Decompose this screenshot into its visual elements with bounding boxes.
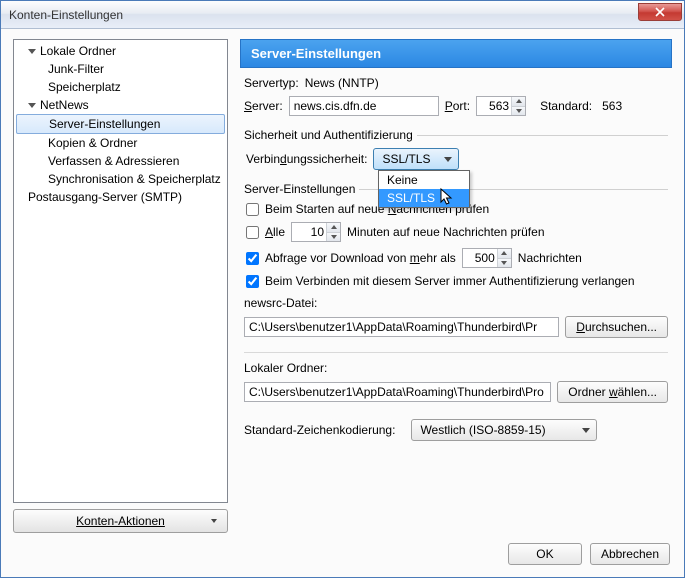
tree-item-label: Verfassen & Adressieren xyxy=(48,154,179,168)
tree-item[interactable]: Speicherplatz xyxy=(14,78,227,96)
tree-item[interactable]: Server-Einstellungen xyxy=(16,114,225,134)
standard-value: 563 xyxy=(602,99,622,113)
server-label: Server: xyxy=(244,99,283,113)
port-input[interactable] xyxy=(477,97,511,115)
server-input[interactable] xyxy=(289,96,439,116)
tree-item[interactable]: Junk-Filter xyxy=(14,60,227,78)
window-title: Konten-Einstellungen xyxy=(9,8,638,22)
tree-item-label: Postausgang-Server (SMTP) xyxy=(28,190,182,204)
dropdown-option[interactable]: SSL/TLS xyxy=(379,189,469,207)
server-settings-group-label: Server-Einstellungen xyxy=(244,182,355,196)
tree-item[interactable]: Postausgang-Server (SMTP) xyxy=(14,188,227,206)
sidebar: Lokale Ordner Junk-Filter Speicherplatz Net… xyxy=(13,39,228,533)
account-tree[interactable]: Lokale Ordner Junk-Filter Speicherplatz Net… xyxy=(13,39,228,503)
check-interval-checkbox[interactable] xyxy=(246,226,259,239)
ok-button[interactable]: OK xyxy=(508,543,582,565)
tree-item[interactable]: Lokale Ordner xyxy=(14,42,227,60)
port-spinner[interactable] xyxy=(476,96,526,116)
download-threshold-input[interactable] xyxy=(463,249,497,267)
settings-panel: Server-Einstellungen Servertyp: News (NN… xyxy=(240,39,672,533)
titlebar: Konten-Einstellungen xyxy=(1,1,684,29)
port-spin-buttons[interactable] xyxy=(511,97,525,115)
interval-suffix: Minuten auf neue Nachrichten prüfen xyxy=(347,225,544,239)
download-threshold-spinner[interactable] xyxy=(462,248,512,268)
servertype-label: Servertyp: xyxy=(244,76,299,90)
spin-down-icon[interactable] xyxy=(512,107,525,116)
dropdown-option[interactable]: Keine xyxy=(379,171,469,189)
browse-newsrc-button[interactable]: Durchsuchen... xyxy=(565,316,668,338)
encoding-select[interactable]: Westlich (ISO-8859-15) xyxy=(411,419,597,441)
tree-item-label: Server-Einstellungen xyxy=(49,117,160,131)
dialog-buttons: OK Abbrechen xyxy=(1,537,684,577)
twisty-icon[interactable] xyxy=(28,103,36,108)
ask-before-download-label: Abfrage vor Download von mehr als xyxy=(265,251,456,265)
tree-item[interactable]: Verfassen & Adressieren xyxy=(14,152,227,170)
divider xyxy=(417,135,668,136)
always-auth-label: Beim Verbinden mit diesem Server immer A… xyxy=(265,274,635,288)
twisty-icon[interactable] xyxy=(28,49,36,54)
account-settings-window: Konten-Einstellungen Lokale Ordner Junk-F… xyxy=(0,0,685,578)
connection-security-select[interactable]: SSL/TLS xyxy=(373,148,459,170)
panel-title: Server-Einstellungen xyxy=(240,39,672,68)
encoding-label: Standard-Zeichenkodierung: xyxy=(244,423,395,437)
account-actions-button[interactable]: Konten-Aktionen xyxy=(13,509,228,533)
standard-label: Standard: xyxy=(540,99,592,113)
port-label: Port: xyxy=(445,99,470,113)
chevron-down-icon xyxy=(582,428,590,433)
local-folder-input[interactable] xyxy=(244,382,551,402)
tree-item-label: Synchronisation & Speicherplatz xyxy=(48,172,221,186)
tree-item-label: NetNews xyxy=(40,98,89,112)
account-actions-label: Konten-Aktionen xyxy=(76,514,165,528)
interval-input[interactable] xyxy=(292,223,326,241)
encoding-value: Westlich (ISO-8859-15) xyxy=(420,423,545,437)
newsrc-label: newsrc-Datei: xyxy=(244,296,668,310)
spin-up-icon[interactable] xyxy=(512,97,525,107)
connection-security-dropdown[interactable]: KeineSSL/TLS xyxy=(378,170,470,208)
choose-folder-button[interactable]: Ordner wählen... xyxy=(557,381,668,403)
tree-item[interactable]: Kopien & Ordner xyxy=(14,134,227,152)
tree-item-label: Junk-Filter xyxy=(48,62,104,76)
cancel-button[interactable]: Abbrechen xyxy=(590,543,670,565)
tree-item-label: Lokale Ordner xyxy=(40,44,116,58)
check-interval-label: Alle xyxy=(265,225,285,239)
chevron-down-icon xyxy=(211,519,217,523)
always-auth-checkbox[interactable] xyxy=(246,275,259,288)
newsrc-path-input[interactable] xyxy=(244,317,559,337)
ask-before-download-checkbox[interactable] xyxy=(246,252,259,265)
tree-item-label: Speicherplatz xyxy=(48,80,121,94)
connection-security-label: Verbindungssicherheit: xyxy=(246,152,367,166)
security-group-label: Sicherheit und Authentifizierung xyxy=(244,128,413,142)
close-button[interactable] xyxy=(638,3,682,21)
check-on-start-checkbox[interactable] xyxy=(246,203,259,216)
local-folder-label: Lokaler Ordner: xyxy=(244,361,668,375)
servertype-value: News (NNTP) xyxy=(305,76,379,90)
interval-spinner[interactable] xyxy=(291,222,341,242)
tree-item-label: Kopien & Ordner xyxy=(48,136,137,150)
chevron-down-icon xyxy=(444,157,452,162)
tree-item[interactable]: NetNews xyxy=(14,96,227,114)
connection-security-value: SSL/TLS xyxy=(382,152,430,166)
close-icon xyxy=(655,7,665,17)
tree-item[interactable]: Synchronisation & Speicherplatz xyxy=(14,170,227,188)
divider xyxy=(244,352,668,353)
download-threshold-suffix: Nachrichten xyxy=(518,251,582,265)
